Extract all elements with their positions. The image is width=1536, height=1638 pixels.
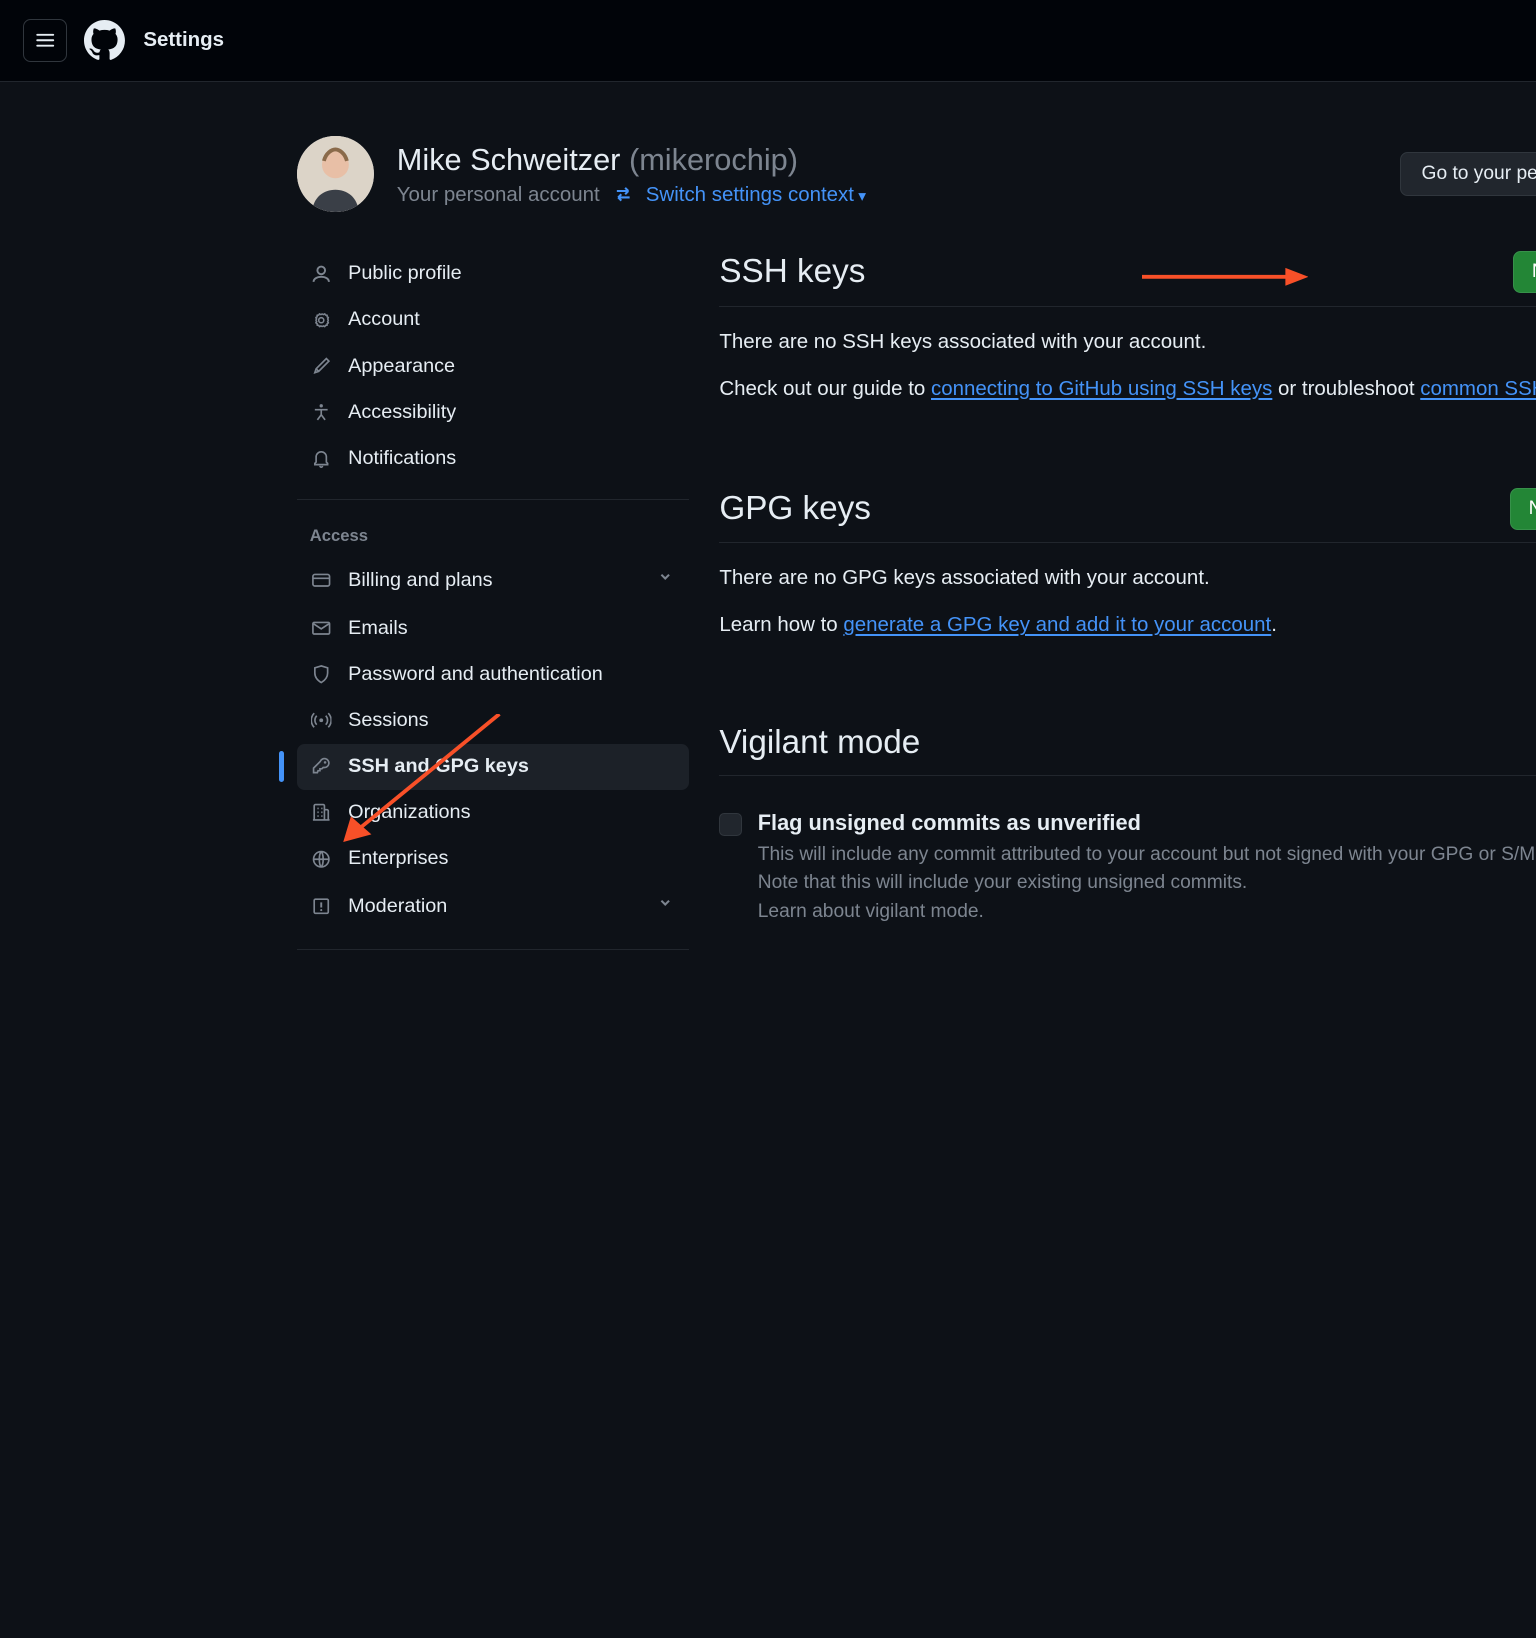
sidebar-item-label: Public profile [348,262,462,285]
accessibility-icon [310,401,333,424]
person-icon [310,262,333,285]
sidebar-item-label: Enterprises [348,847,448,870]
sidebar-item-label: Appearance [348,355,455,378]
flag-unsigned-label: Flag unsigned commits as unverified [758,810,1536,836]
sidebar-item-sessions[interactable]: Sessions [297,698,689,744]
sidebar-item-ssh-and-gpg-keys[interactable]: SSH and GPG keys [297,744,689,790]
sidebar-item-accessibility[interactable]: Accessibility [297,389,689,435]
chevron-down-icon [655,567,675,593]
sidebar-item-organizations[interactable]: Organizations [297,790,689,836]
page-title: Settings [143,28,224,52]
ssh-troubleshoot-link[interactable]: common SSH problems [1420,377,1536,400]
shield-icon [310,663,333,686]
report-icon [310,895,333,918]
flag-unsigned-description: This will include any commit attributed … [758,841,1536,927]
vigilant-section-header: Vigilant mode [719,724,1536,776]
broadcast-icon [310,709,333,732]
sidebar-item-enterprises[interactable]: Enterprises [297,836,689,882]
new-ssh-key-button[interactable]: New SSH key [1513,251,1536,293]
sidebar-item-appearance[interactable]: Appearance [297,343,689,389]
sidebar-item-emails[interactable]: Emails [297,605,689,651]
ssh-guide-link[interactable]: connecting to GitHub using SSH keys [931,377,1272,400]
sidebar-item-label: SSH and GPG keys [348,755,529,778]
account-subtitle: Your personal account [397,183,600,207]
vigilant-title: Vigilant mode [719,724,920,762]
mail-icon [310,617,333,640]
username: (mikerochip) [629,142,798,177]
brush-icon [310,354,333,377]
flag-unsigned-checkbox[interactable] [719,813,742,836]
gpg-section-header: GPG keys New GPG key [719,488,1536,544]
sidebar-item-label: Accessibility [348,401,456,424]
main-content: SSH keys New SSH key There are no SSH ke… [719,251,1536,963]
ssh-empty-text: There are no SSH keys associated with yo… [719,330,1536,354]
bars-icon [35,30,55,50]
gpg-learn-text: Learn how to generate a GPG key and add … [719,613,1536,637]
sidebar-item-label: Password and authentication [348,663,603,686]
sidebar-item-label: Emails [348,617,408,640]
ssh-title: SSH keys [719,253,865,291]
vigilant-learn-link[interactable]: Learn about vigilant mode [758,901,979,922]
switch-context-link[interactable]: Switch settings context [646,183,866,207]
switch-arrows-icon [613,184,633,204]
chevron-down-icon [655,893,675,919]
card-icon [310,569,333,592]
gpg-title: GPG keys [719,490,871,528]
sidebar-item-label: Billing and plans [348,569,492,592]
sidebar-item-label: Account [348,308,420,331]
sidebar-item-notifications[interactable]: Notifications [297,435,689,481]
sidebar-item-label: Notifications [348,447,456,470]
key-icon [310,755,333,778]
sidebar-item-label: Organizations [348,801,470,824]
github-logo-icon[interactable] [84,20,125,61]
gear-icon [310,308,333,331]
sidebar-divider [297,949,689,950]
top-bar: Settings [0,0,1536,82]
org-icon [310,801,333,824]
ssh-guide-text: Check out our guide to connecting to Git… [719,377,1536,401]
sidebar-item-label: Sessions [348,709,428,732]
sidebar-section-access: Access [297,513,689,556]
sidebar-item-password-and-authentication[interactable]: Password and authentication [297,651,689,697]
hamburger-button[interactable] [23,19,67,63]
user-heading: Mike Schweitzer (mikerochip) [397,142,1377,178]
sidebar-item-label: Moderation [348,895,447,918]
user-avatar-large [297,136,374,213]
gpg-empty-text: There are no GPG keys associated with yo… [719,566,1536,590]
sidebar-item-public-profile[interactable]: Public profile [297,251,689,297]
globe-icon [310,847,333,870]
sidebar-divider [297,499,689,500]
sidebar-item-billing-and-plans[interactable]: Billing and plans [297,556,689,606]
vigilant-checkbox-row: Flag unsigned commits as unverified This… [719,804,1536,927]
settings-header: Mike Schweitzer (mikerochip) Your person… [297,113,1536,251]
go-to-profile-button[interactable]: Go to your personal profile [1400,152,1536,196]
bell-icon [310,447,333,470]
gpg-learn-link[interactable]: generate a GPG key and add it to your ac… [843,613,1271,636]
sidebar-item-account[interactable]: Account [297,297,689,343]
sidebar-item-moderation[interactable]: Moderation [297,882,689,932]
ssh-section-header: SSH keys New SSH key [719,251,1536,307]
new-gpg-key-button[interactable]: New GPG key [1510,488,1536,530]
display-name: Mike Schweitzer [397,142,621,177]
settings-sidebar: Public profile Account Appearance Accessibi… [297,251,719,963]
